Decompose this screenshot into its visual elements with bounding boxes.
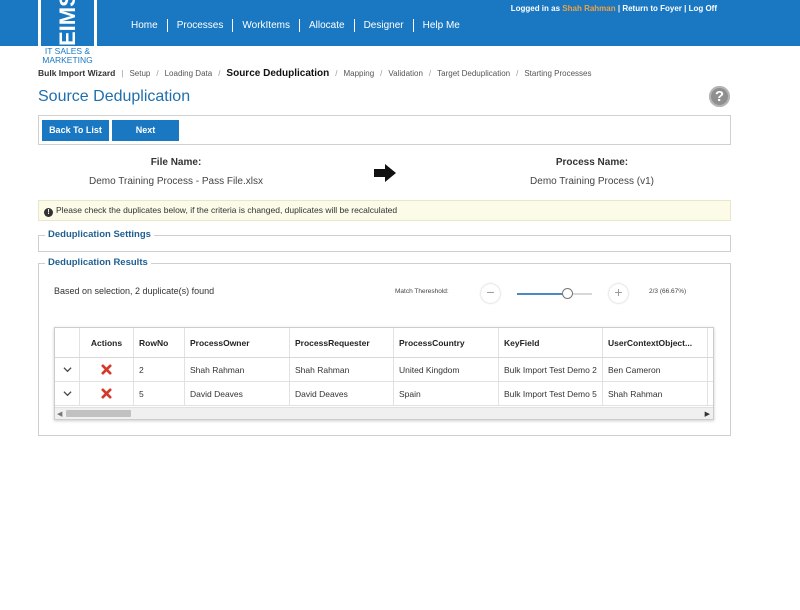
login-prefix: Logged in as — [510, 4, 561, 13]
table-row: 2 Shah Rahman Shah Rahman United Kingdom… — [55, 358, 713, 382]
arrow-right-icon — [374, 164, 396, 182]
header-usercontextobject[interactable]: UserContextObject... — [603, 328, 708, 357]
cell-keyfield: Bulk Import Test Demo 5 — [499, 382, 603, 405]
crumb-validation: Validation — [388, 69, 423, 78]
threshold-label: Match Thereshold: — [395, 288, 449, 295]
results-grid: Actions RowNo ProcessOwner ProcessReques… — [54, 327, 714, 420]
cell-processrequester: David Deaves — [290, 382, 394, 405]
table-row: 5 David Deaves David Deaves Spain Bulk I… — [55, 382, 713, 406]
crumb-separator: / — [335, 69, 338, 78]
cell-rowno: 5 — [134, 382, 185, 405]
notice-text: Please check the duplicates below, if th… — [56, 205, 398, 215]
cell-usercontextobject: Ben Cameron — [603, 358, 708, 381]
slider-fill — [517, 293, 567, 295]
process-name-label: Process Name: — [555, 157, 629, 168]
company-logo[interactable]: EIMS IT SALES & MARKETING — [38, 0, 97, 65]
delete-row-button[interactable] — [80, 382, 134, 405]
file-name-label: File Name: — [150, 157, 202, 168]
chevron-down-icon — [62, 391, 72, 397]
delete-x-icon — [101, 388, 112, 399]
cell-keyfield: Bulk Import Test Demo 2 — [499, 358, 603, 381]
header-processowner[interactable]: ProcessOwner — [185, 328, 290, 357]
back-to-list-button[interactable]: Back To List — [42, 120, 109, 141]
grid-header-row: Actions RowNo ProcessOwner ProcessReques… — [55, 328, 713, 358]
nav-help-me[interactable]: Help Me — [412, 19, 469, 32]
logo-sub-line2: MARKETING — [42, 54, 93, 65]
main-nav: Home Processes WorkItems Allocate Design… — [122, 19, 469, 32]
nav-home[interactable]: Home — [122, 19, 167, 32]
process-info: Process Name: Demo Training Process (v1) — [492, 157, 692, 187]
slider-thumb[interactable] — [561, 288, 573, 299]
scrollbar-thumb[interactable] — [66, 410, 131, 417]
button-bar: Back To List Next — [38, 115, 731, 145]
threshold-value: 2/3 (66.67%) — [649, 288, 687, 295]
header-keyfield[interactable]: KeyField — [499, 328, 603, 357]
horizontal-scrollbar[interactable]: ◀ ▶ — [55, 407, 713, 419]
crumb-loading-data: Loading Data — [164, 69, 213, 78]
nav-allocate[interactable]: Allocate — [298, 19, 354, 32]
crumb-separator: / — [156, 69, 159, 78]
crumb-separator: | — [121, 69, 124, 78]
duplicate-summary: Based on selection, 2 duplicate(s) found — [54, 286, 215, 296]
question-icon[interactable]: ? — [709, 86, 730, 107]
crumb-separator: / — [428, 69, 432, 78]
deduplication-results: Deduplication Results Based on selection… — [38, 257, 731, 436]
file-info: File Name: Demo Training Process - Pass … — [76, 157, 276, 187]
threshold-plus-button[interactable]: + — [609, 284, 628, 303]
crumb-target-deduplication: Target Deduplication — [437, 69, 511, 78]
nav-workitems[interactable]: WorkItems — [232, 19, 299, 32]
logo-text: EIMS — [55, 0, 80, 46]
cell-processcountry: Spain — [394, 382, 499, 405]
header-processcountry[interactable]: ProcessCountry — [394, 328, 499, 357]
login-links[interactable]: | Return to Foyer | Log Off — [618, 4, 717, 13]
cell-usercontextobject: Shah Rahman — [603, 382, 708, 405]
delete-x-icon — [101, 364, 112, 375]
crumb-separator: / — [380, 69, 383, 78]
header-overflow — [708, 328, 713, 357]
logo-subtitle: IT SALES & MARKETING — [38, 47, 97, 64]
crumb-starting-processes: Starting Processes — [524, 69, 592, 78]
notice-banner: ! Please check the duplicates below, if t… — [38, 200, 731, 221]
crumb-mapping: Mapping — [343, 69, 375, 78]
delete-row-button[interactable] — [80, 358, 134, 381]
info-icon: ! — [44, 208, 53, 217]
crumb-bulk-import-wizard: Bulk Import Wizard — [38, 68, 116, 78]
scroll-right-icon[interactable]: ▶ — [705, 410, 710, 418]
file-name-value: Demo Training Process - Pass File.xlsx — [89, 176, 263, 187]
crumb-separator: / — [516, 69, 519, 78]
next-button[interactable]: Next — [112, 120, 179, 141]
scroll-left-icon[interactable]: ◀ — [57, 410, 62, 418]
cell-processowner: Shah Rahman — [185, 358, 290, 381]
threshold-minus-button[interactable]: − — [481, 284, 500, 303]
logo-block: EIMS — [41, 0, 94, 46]
login-info: Logged in as Shah Rahman | Return to Foy… — [511, 4, 717, 13]
crumb-source-deduplication: Source Deduplication — [226, 68, 330, 79]
process-name-value: Demo Training Process (v1) — [530, 176, 654, 187]
header-actions: Actions — [80, 328, 134, 357]
deduplication-settings[interactable]: Deduplication Settings — [38, 229, 731, 252]
header-rowno[interactable]: RowNo — [134, 328, 185, 357]
breadcrumb: Bulk Import Wizard | Setup / Loading Dat… — [38, 68, 591, 79]
nav-designer[interactable]: Designer — [353, 19, 413, 32]
chevron-down-icon — [62, 367, 72, 373]
expand-row-button[interactable] — [55, 382, 80, 405]
header-processrequester[interactable]: ProcessRequester — [290, 328, 394, 357]
nav-processes[interactable]: Processes — [166, 19, 233, 32]
login-user[interactable]: Shah Rahman — [562, 4, 615, 13]
cell-processowner: David Deaves — [185, 382, 290, 405]
crumb-setup: Setup — [129, 69, 151, 78]
results-legend: Deduplication Results — [45, 257, 151, 268]
page-title: Source Deduplication — [38, 88, 191, 105]
cell-rowno: 2 — [134, 358, 185, 381]
expand-row-button[interactable] — [55, 358, 80, 381]
header-expand — [55, 328, 80, 357]
settings-legend[interactable]: Deduplication Settings — [45, 229, 154, 240]
cell-overflow: S — [708, 358, 713, 381]
top-bar: Home Processes WorkItems Allocate Design… — [0, 0, 800, 46]
cell-processcountry: United Kingdom — [394, 358, 499, 381]
threshold-slider[interactable] — [517, 288, 592, 299]
cell-overflow: I — [708, 382, 713, 405]
cell-processrequester: Shah Rahman — [290, 358, 394, 381]
crumb-separator: / — [218, 69, 221, 78]
